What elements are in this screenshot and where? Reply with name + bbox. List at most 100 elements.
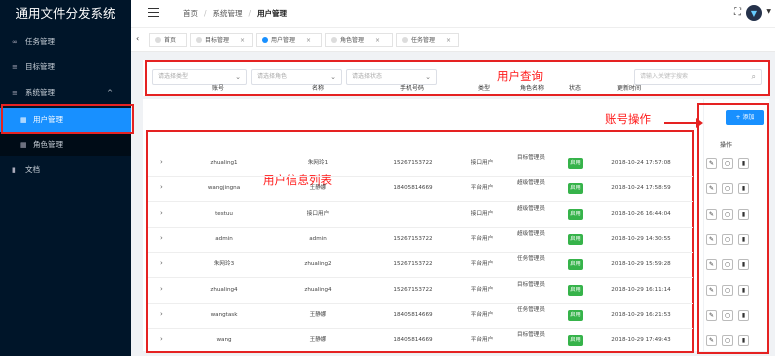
close-icon[interactable]: × [375,34,380,47]
status-badge[interactable]: 启用 [568,309,583,321]
sidebar-item-system-management[interactable]: ≡ 系统管理 ^ [0,83,131,103]
cell-phone: 18405814669 [393,185,433,192]
delete-icon[interactable]: ▮ [738,158,749,169]
close-icon[interactable]: × [446,34,451,47]
annotation-query-label: 用户查询 [497,69,543,83]
cell-type: 接口用户 [470,160,494,166]
sidebar-item-label: 目标管理 [25,62,55,71]
sidebar-item-label: 角色管理 [33,140,63,149]
cell-role: 超级管理员 [517,180,545,187]
reset-icon[interactable]: ○ [722,208,733,220]
reset-icon[interactable]: ○ [722,259,733,271]
avatar[interactable]: ▼ [746,5,762,21]
cell-type: 平台用户 [470,235,494,242]
breadcrumb-home[interactable]: 首页 [183,8,198,19]
tab-task-management[interactable]: 任务管理 × [396,33,459,47]
breadcrumb-system[interactable]: 系统管理 [213,8,243,19]
close-icon[interactable]: × [306,34,311,47]
status-badge[interactable]: 启用 [568,335,583,347]
edit-icon[interactable]: ✎ [706,309,717,321]
reset-icon[interactable]: ○ [722,183,733,195]
status-badge[interactable]: 启用 [568,259,583,271]
infinity-icon: ∞ [12,38,18,46]
cell-phone: 15267153722 [393,235,433,242]
tab-role-management[interactable]: 角色管理 × [325,33,393,47]
reset-icon[interactable]: ○ [722,233,733,245]
tab-bar: ‹ 首页 目标管理 × 用户管理 × 角色管理 × 任务管理 × [131,28,775,52]
reset-icon[interactable]: ○ [722,309,733,321]
app-root: 通用文件分发系统 ∞ 任务管理 ≡ 目标管理 ≡ 系统管理 ^ ▦ 用户管理 ▦… [0,0,775,356]
expand-chevron-icon[interactable]: › [160,234,163,242]
tab-user-management[interactable]: 用户管理 × [256,33,322,47]
cell-name: 王静娜 [309,337,327,344]
cell-updated: 2018-10-29 15:59:28 [611,261,671,268]
sidebar-item-role-management[interactable]: ▦ 角色管理 [0,134,131,156]
edit-icon[interactable]: ✎ [706,158,717,169]
cell-type: 平台用户 [470,311,494,318]
col-header-operations: 操作 [720,142,733,149]
expand-chevron-icon[interactable]: › [160,158,163,166]
status-badge[interactable]: 启用 [568,158,583,169]
cell-name: 王静娜 [309,185,327,192]
expand-chevron-icon[interactable]: › [160,183,163,191]
cell-role: 超级管理员 [517,205,545,212]
expand-chevron-icon[interactable]: › [160,335,163,343]
sidebar-item-target-management[interactable]: ≡ 目标管理 [0,57,131,77]
tab-label: 用户管理 [271,36,296,44]
sidebar-item-docs[interactable]: ▮ 文档 [0,160,131,180]
status-badge[interactable]: 启用 [568,183,583,195]
caret-down-icon[interactable]: ▼ [766,8,771,15]
edit-icon[interactable]: ✎ [706,183,717,195]
expand-chevron-icon[interactable]: › [160,259,163,267]
stack-icon: ≡ [12,89,18,97]
breadcrumb-separator: / [204,9,207,18]
tab-target-management[interactable]: 目标管理 × [190,33,253,47]
cell-account: 朱网玲3 [213,261,235,268]
fullscreen-icon[interactable]: ⛶ [734,7,741,18]
delete-icon[interactable]: ▮ [738,309,749,321]
status-badge[interactable]: 启用 [568,208,583,220]
chevron-up-icon: ^ [107,89,113,97]
delete-icon[interactable]: ▮ [738,233,749,245]
edit-icon[interactable]: ✎ [706,233,717,245]
tab-label: 角色管理 [340,36,365,44]
delete-icon[interactable]: ▮ [738,183,749,195]
expand-chevron-icon[interactable]: › [160,285,163,293]
close-icon[interactable]: × [240,34,245,47]
col-header-account: 账号 [212,85,225,92]
tab-dot-icon [402,37,408,43]
cell-account: wangtask [210,311,238,318]
cell-phone: 18405814669 [393,337,433,344]
edit-icon[interactable]: ✎ [706,284,717,296]
tab-home[interactable]: 首页 [149,33,187,47]
tab-dot-icon [262,37,268,43]
delete-icon[interactable]: ▮ [738,259,749,271]
status-badge[interactable]: 启用 [568,233,583,245]
reset-icon[interactable]: ○ [722,284,733,296]
cell-account: zhualing1 [210,160,238,166]
edit-icon[interactable]: ✎ [706,259,717,271]
cell-name: zhualing2 [304,261,332,268]
sidebar-item-task-management[interactable]: ∞ 任务管理 [0,32,131,52]
sidebar-item-label: 系统管理 [25,88,55,97]
reset-icon[interactable]: ○ [722,158,733,169]
expand-chevron-icon[interactable]: › [160,310,163,318]
expand-chevron-icon[interactable]: › [160,209,163,217]
cell-phone: 15267153722 [393,286,433,293]
cell-role: 超级管理员 [517,230,545,237]
edit-icon[interactable]: ✎ [706,208,717,220]
hamburger-menu-icon[interactable] [148,8,159,17]
chevron-left-icon[interactable]: ‹ [136,34,139,43]
cell-account: testuu [215,210,233,217]
delete-icon[interactable]: ▮ [738,335,749,347]
sidebar: 通用文件分发系统 ∞ 任务管理 ≡ 目标管理 ≡ 系统管理 ^ ▦ 用户管理 ▦… [0,0,134,356]
sidebar-item-label: 文档 [25,165,40,174]
delete-icon[interactable]: ▮ [738,284,749,296]
annotation-box-query [145,60,770,96]
cell-type: 平台用户 [470,261,494,268]
tab-label: 首页 [164,36,177,44]
edit-icon[interactable]: ✎ [706,335,717,347]
reset-icon[interactable]: ○ [722,335,733,347]
delete-icon[interactable]: ▮ [738,208,749,220]
status-badge[interactable]: 启用 [568,284,583,296]
